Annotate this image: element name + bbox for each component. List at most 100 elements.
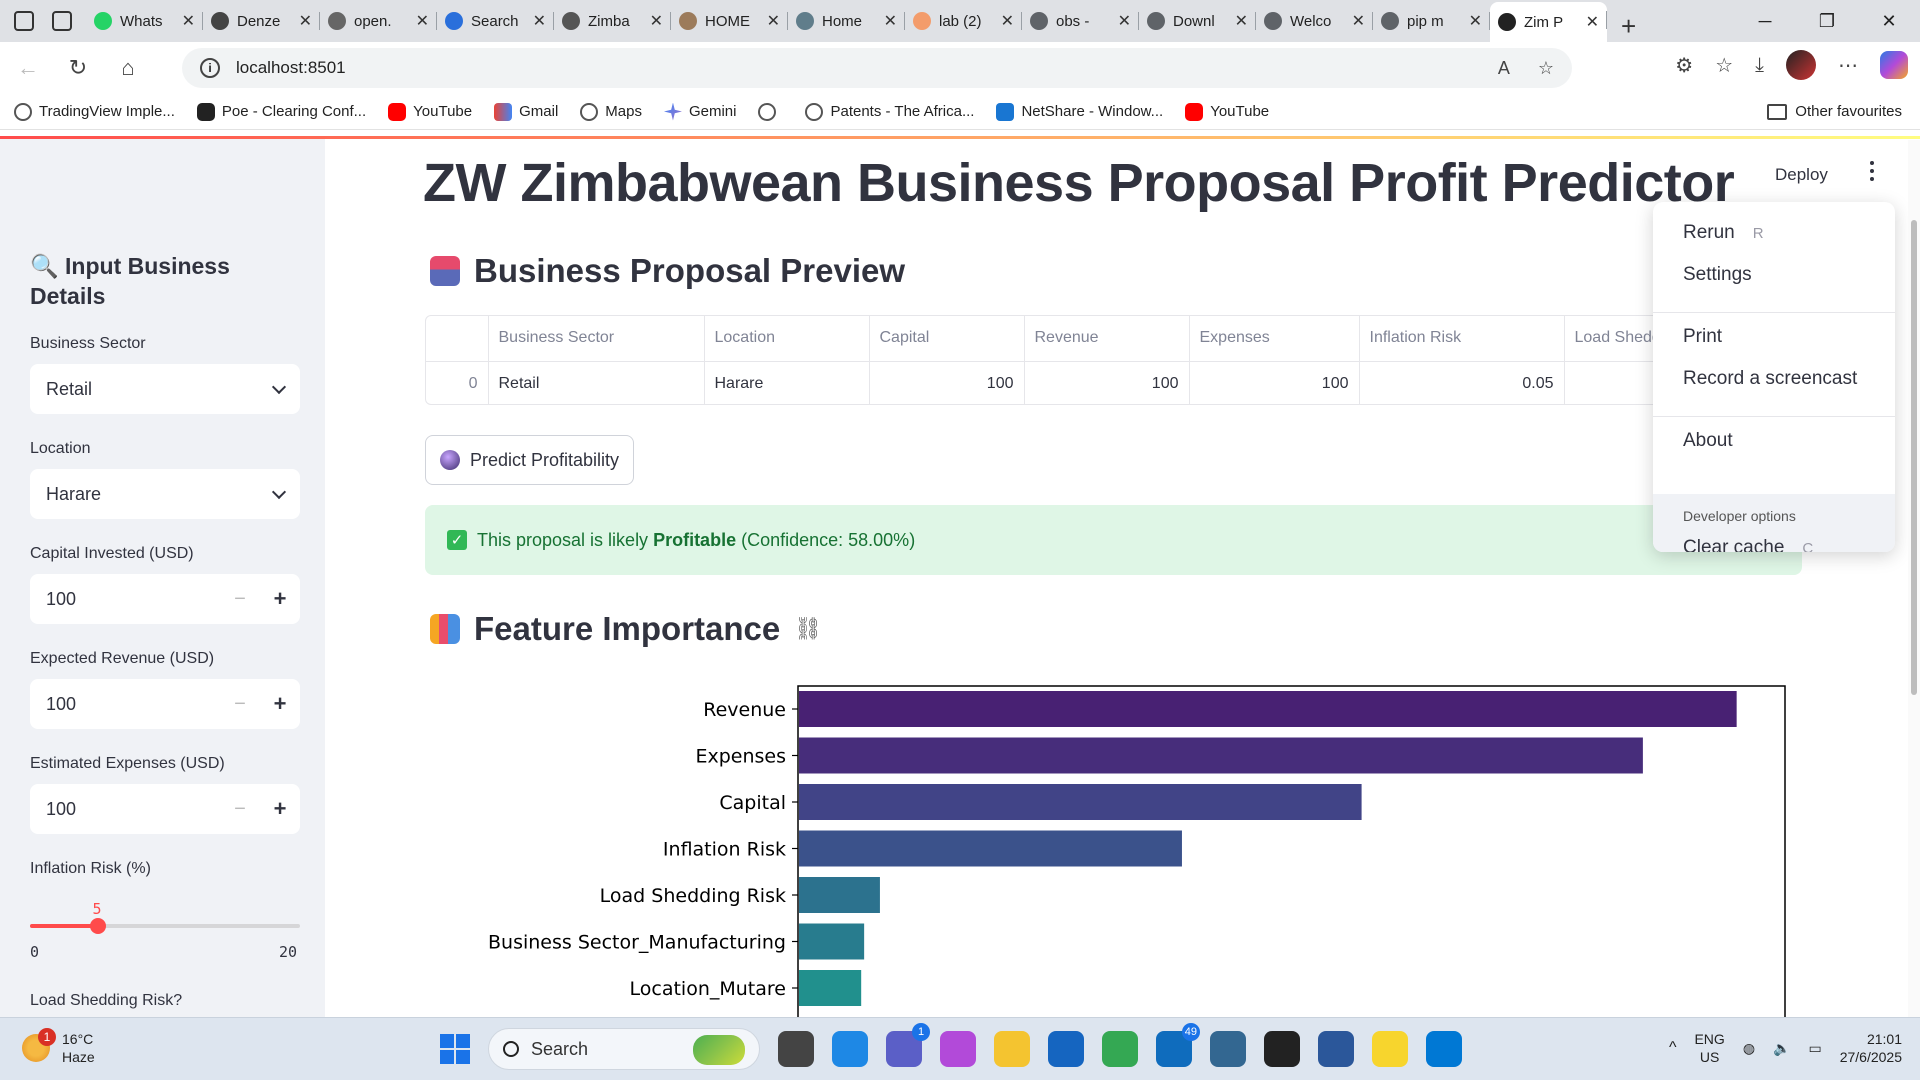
deploy-button[interactable]: Deploy — [1775, 165, 1828, 185]
table-cell[interactable]: Harare — [704, 361, 870, 404]
menu-item-print[interactable]: Print — [1683, 326, 1722, 348]
page-scrollbar[interactable] — [1908, 140, 1920, 1017]
app-box-icon[interactable] — [1264, 1031, 1300, 1067]
browser-tab[interactable]: Zim P ✕ — [1490, 2, 1607, 42]
restore-icon[interactable]: ❐ — [1796, 0, 1858, 42]
browser-tab[interactable]: Welco ✕ — [1256, 3, 1373, 39]
tab-close-icon[interactable]: ✕ — [650, 11, 663, 31]
new-tab-button[interactable]: + — [1607, 11, 1650, 42]
expenses-input[interactable]: 100 − + — [30, 784, 300, 834]
expenses-decrement-button[interactable]: − — [220, 798, 260, 821]
store-icon[interactable] — [1048, 1031, 1084, 1067]
browser-tab[interactable]: pip m ✕ — [1373, 3, 1490, 39]
postgres-icon[interactable] — [1210, 1031, 1246, 1067]
teams-icon[interactable]: 1 — [886, 1023, 930, 1067]
show-hidden-icons[interactable]: ^ — [1669, 1039, 1677, 1057]
bookmark-item[interactable]: YouTube — [1185, 102, 1269, 121]
read-aloud-icon[interactable]: A — [1498, 58, 1510, 79]
minimize-icon[interactable]: ─ — [1734, 0, 1796, 42]
url-field[interactable]: i localhost:8501 A ☆ — [182, 48, 1572, 88]
bookmark-item[interactable]: Patents - The Africa... — [805, 102, 974, 121]
extensions-icon[interactable]: ⚙ — [1675, 53, 1693, 78]
tab-close-icon[interactable]: ✕ — [1352, 11, 1365, 31]
bookmark-item[interactable]: YouTube — [388, 102, 472, 121]
menu-item-about[interactable]: About — [1683, 430, 1733, 452]
browser-tab[interactable]: Home ✕ — [788, 3, 905, 39]
scrollbar-thumb[interactable] — [1911, 220, 1917, 695]
copilot-icon[interactable] — [940, 1031, 976, 1067]
column-header[interactable]: Expenses — [1189, 316, 1360, 362]
tab-close-icon[interactable]: ✕ — [884, 11, 897, 31]
table-cell[interactable]: 0 — [426, 361, 489, 404]
refresh-button[interactable]: ↻ — [56, 46, 100, 90]
menu-item-settings[interactable]: Settings — [1683, 264, 1752, 286]
back-button[interactable]: ← — [6, 46, 50, 90]
start-button[interactable] — [440, 1034, 470, 1064]
slider-thumb[interactable] — [89, 918, 106, 934]
bookmark-item[interactable]: Gemini — [663, 102, 736, 121]
site-info-icon[interactable]: i — [200, 58, 220, 78]
browser-tab[interactable]: lab (2) ✕ — [905, 3, 1022, 39]
edge-icon[interactable] — [832, 1031, 868, 1067]
sticky-notes-icon[interactable] — [1372, 1031, 1408, 1067]
preview-table[interactable]: Business Sector Location Capital Revenue Exp… — [425, 315, 1660, 405]
capital-decrement-button[interactable]: − — [220, 588, 260, 611]
column-header[interactable]: Capital — [869, 316, 1025, 362]
tab-close-icon[interactable]: ✕ — [767, 11, 780, 31]
more-menu-icon[interactable]: ⋯ — [1838, 53, 1858, 78]
browser-tab[interactable]: HOME ✕ — [671, 3, 788, 39]
chrome-icon[interactable] — [1102, 1031, 1138, 1067]
favorites-icon[interactable]: ☆ — [1715, 53, 1733, 78]
capital-increment-button[interactable]: + — [260, 586, 300, 612]
column-header[interactable]: Inflation Risk — [1359, 316, 1565, 362]
file-explorer-icon[interactable] — [994, 1031, 1030, 1067]
volume-icon[interactable]: 🔈 — [1773, 1040, 1790, 1057]
browser-tab[interactable]: Downl ✕ — [1139, 3, 1256, 39]
column-header[interactable]: Business Sector — [488, 316, 705, 362]
other-favourites[interactable]: Other favourites — [1767, 103, 1902, 120]
column-header[interactable] — [426, 316, 489, 362]
table-cell[interactable] — [1564, 361, 1659, 404]
tab-close-icon[interactable]: ✕ — [182, 11, 195, 31]
predict-button[interactable]: Predict Profitability — [425, 435, 635, 485]
copilot-icon[interactable] — [1880, 51, 1908, 79]
battery-icon[interactable]: ▭ — [1808, 1040, 1821, 1057]
tab-close-icon[interactable]: ✕ — [1586, 12, 1599, 32]
network-icon[interactable]: ◍ — [1743, 1040, 1755, 1057]
profile-avatar[interactable] — [1786, 50, 1816, 80]
capital-input[interactable]: 100 − + — [30, 574, 300, 624]
browser-tab[interactable]: Search ✕ — [437, 3, 554, 39]
taskbar-search[interactable]: Search — [488, 1028, 760, 1070]
menu-item-rerun[interactable]: Rerun R — [1683, 222, 1764, 244]
tab-close-icon[interactable]: ✕ — [1235, 11, 1248, 31]
revenue-input[interactable]: 100 − + — [30, 679, 300, 729]
browser-tab[interactable]: Whats ✕ — [86, 3, 203, 39]
bookmark-item[interactable]: Poe - Clearing Conf... — [196, 102, 366, 121]
tab-close-icon[interactable]: ✕ — [533, 11, 546, 31]
table-cell[interactable]: 0.05 — [1359, 361, 1565, 404]
bookmark-item[interactable] — [758, 102, 783, 121]
browser-tab[interactable]: open. ✕ — [320, 3, 437, 39]
revenue-decrement-button[interactable]: − — [220, 693, 260, 716]
tab-close-icon[interactable]: ✕ — [1118, 11, 1131, 31]
language-indicator[interactable]: ENG US — [1694, 1030, 1724, 1066]
workspaces-icon[interactable] — [14, 11, 34, 31]
browser-tab[interactable]: Denze ✕ — [203, 3, 320, 39]
close-icon[interactable]: ✕ — [1858, 0, 1920, 42]
menu-item-screencast[interactable]: Record a screencast — [1683, 368, 1857, 390]
main-menu-icon[interactable] — [1868, 161, 1876, 181]
sector-select[interactable]: Retail — [30, 364, 300, 414]
clock[interactable]: 21:01 27/6/2025 — [1840, 1030, 1902, 1066]
downloads-icon[interactable]: ⤓ — [1755, 54, 1764, 77]
tab-close-icon[interactable]: ✕ — [416, 11, 429, 31]
task-view-icon[interactable] — [778, 1031, 814, 1067]
inflation-slider[interactable] — [30, 918, 300, 934]
column-header[interactable]: Load Shedd — [1564, 316, 1659, 362]
column-header[interactable]: Revenue — [1024, 316, 1190, 362]
outlook-icon[interactable]: 49 — [1156, 1023, 1200, 1067]
table-cell[interactable]: Retail — [488, 361, 705, 404]
revenue-increment-button[interactable]: + — [260, 691, 300, 717]
tab-close-icon[interactable]: ✕ — [1469, 11, 1482, 31]
expenses-increment-button[interactable]: + — [260, 796, 300, 822]
browser-tab[interactable]: obs - ✕ — [1022, 3, 1139, 39]
